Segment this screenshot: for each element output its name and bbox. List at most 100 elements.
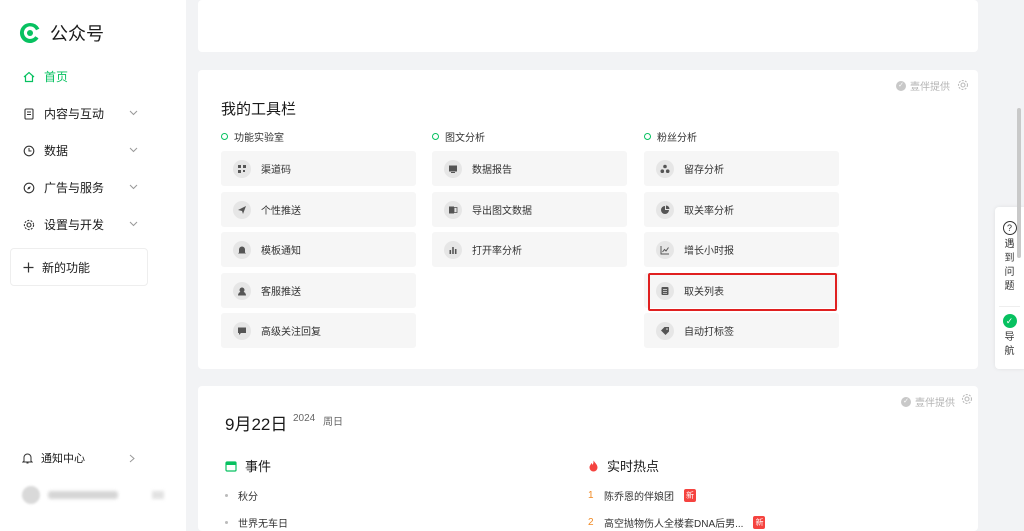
tool-unfollow-rate-analysis[interactable]: 取关率分析 (644, 192, 839, 227)
compass-icon (22, 181, 36, 195)
fire-icon (589, 460, 598, 471)
highlight-box (648, 273, 837, 311)
tool-retention-analysis[interactable]: 留存分析 (644, 151, 839, 186)
line-chart-icon (656, 240, 674, 259)
bell-icon (22, 453, 33, 464)
tool-template-notice[interactable]: 模板通知 (221, 232, 416, 267)
bullet-dot (225, 494, 228, 497)
provider-tag: ✓ 壹伴提供 (896, 78, 950, 93)
qrcode-icon (233, 159, 251, 178)
provider-label: 壹伴提供 (910, 82, 950, 93)
tool-advanced-reply[interactable]: 高级关注回复 (221, 313, 416, 348)
hot-topic-text: 高空抛物伤人全楼套DNA后男... (604, 519, 744, 530)
sidebar-item-label: 首页 (44, 70, 69, 84)
sidebar-nav: 首页 内容与互动 数据 广告与服务 设置与开发 (0, 58, 186, 243)
tool-personal-push[interactable]: 个性推送 (221, 192, 416, 227)
avatar (22, 486, 40, 504)
gear-icon (22, 218, 36, 232)
excel-icon (444, 200, 462, 219)
sidebar-item-home[interactable]: 首页 (0, 58, 186, 95)
provider-logo-icon: ✓ (901, 396, 911, 407)
hot-topics-title: 实时热点 (588, 456, 659, 475)
notice-center-link[interactable]: 通知中心 (22, 450, 85, 466)
navigation-button[interactable]: ✓ 导 航 (995, 314, 1024, 359)
event-item[interactable]: 秋分 (225, 488, 258, 503)
tool-growth-hourly-report[interactable]: 增长小时报 (644, 232, 839, 267)
account-name-redacted (48, 491, 118, 499)
chevron-down-icon (129, 221, 138, 227)
sidebar-item-ads[interactable]: 广告与服务 (0, 169, 186, 206)
toolbar-card: ✓ 壹伴提供 我的工具栏 功能实验室 渠道码 个性推送 模板通知 客服推送 高级… (198, 70, 978, 369)
hot-topic-text: 陈乔恩的伴娘团 (604, 492, 674, 503)
settings-gear-icon[interactable] (957, 79, 969, 91)
sidebar-item-label: 内容与互动 (44, 107, 105, 121)
year-display: 2024 (293, 413, 316, 424)
navigation-logo-icon: ✓ (1002, 314, 1017, 328)
tool-export-article-data[interactable]: 导出图文数据 (432, 192, 627, 227)
customer-service-icon (233, 281, 251, 300)
new-function-label: 新的功能 (42, 260, 91, 275)
tool-open-rate-analysis[interactable]: 打开率分析 (432, 232, 627, 267)
provider-label: 壹伴提供 (915, 398, 955, 409)
document-icon (22, 107, 36, 121)
sidebar-item-settings[interactable]: 设置与开发 (0, 206, 186, 243)
chevron-right-icon (129, 454, 135, 463)
account-row[interactable] (22, 486, 164, 504)
date-display: 9月22日 (225, 415, 288, 434)
hot-rank: 2 (588, 517, 594, 528)
toolbar-title: 我的工具栏 (221, 101, 297, 118)
tool-channel-code[interactable]: 渠道码 (221, 151, 416, 186)
new-function-button[interactable]: 新的功能 (10, 248, 148, 286)
pie-chart-icon (656, 200, 674, 219)
tag-icon (656, 321, 674, 340)
wechat-logo-icon (19, 22, 40, 43)
sidebar-item-label: 数据 (44, 144, 69, 158)
chevron-down-icon (129, 110, 138, 116)
question-icon: ? (1002, 221, 1017, 235)
column-heading-lab: 功能实验室 (221, 129, 284, 144)
top-card (198, 0, 978, 52)
calendar-icon (225, 460, 237, 472)
ring-icon (644, 133, 651, 140)
hot-topic-item[interactable]: 2 高空抛物伤人全楼套DNA后男... 新 (588, 515, 766, 530)
sidebar-item-label: 广告与服务 (44, 181, 105, 195)
bar-chart-icon (444, 240, 462, 259)
retention-icon (656, 159, 674, 178)
chevron-down-icon (129, 184, 138, 190)
brand-name: 公众号 (50, 24, 104, 44)
ring-icon (432, 133, 439, 140)
hot-rank: 1 (588, 490, 594, 501)
date-card: ✓ 壹伴提供 9月22日 2024 周日 事件 秋分 世界无车日 实时热点 1 … (198, 386, 978, 531)
weekday-display: 周日 (323, 417, 343, 428)
report-icon (444, 159, 462, 178)
tool-service-push[interactable]: 客服推送 (221, 273, 416, 308)
tool-data-report[interactable]: 数据报告 (432, 151, 627, 186)
column-heading-fan-analysis: 粉丝分析 (644, 129, 697, 144)
provider-tag: ✓ 壹伴提供 (901, 394, 955, 409)
new-badge: 新 (753, 516, 766, 529)
new-badge: 新 (684, 489, 696, 502)
brand[interactable]: 公众号 (18, 20, 104, 46)
plus-icon (23, 262, 34, 272)
hot-topic-item[interactable]: 1 陈乔恩的伴娘团 新 (588, 488, 696, 503)
column-heading-article-analysis: 图文分析 (432, 129, 485, 144)
scrollbar[interactable] (1017, 108, 1021, 258)
send-icon (233, 200, 251, 219)
event-item[interactable]: 世界无车日 (225, 515, 288, 530)
settings-gear-icon[interactable] (961, 393, 973, 405)
sidebar-item-data[interactable]: 数据 (0, 132, 186, 169)
tool-auto-tagging[interactable]: 自动打标签 (644, 313, 839, 348)
bell-icon (233, 240, 251, 259)
clock-icon (22, 144, 36, 158)
events-title: 事件 (225, 456, 271, 475)
provider-logo-icon: ✓ (896, 80, 906, 91)
sidebar: 公众号 首页 内容与互动 数据 广告与服务 设置与开发 新的功能 通知中心 (0, 0, 186, 531)
notice-center-label: 通知中心 (41, 453, 85, 465)
bullet-dot (225, 521, 228, 524)
sidebar-item-label: 设置与开发 (44, 218, 105, 232)
divider (999, 306, 1020, 307)
sidebar-item-content[interactable]: 内容与互动 (0, 95, 186, 132)
ring-icon (221, 133, 228, 140)
message-icon (233, 321, 251, 340)
chevron-down-icon (129, 147, 138, 153)
